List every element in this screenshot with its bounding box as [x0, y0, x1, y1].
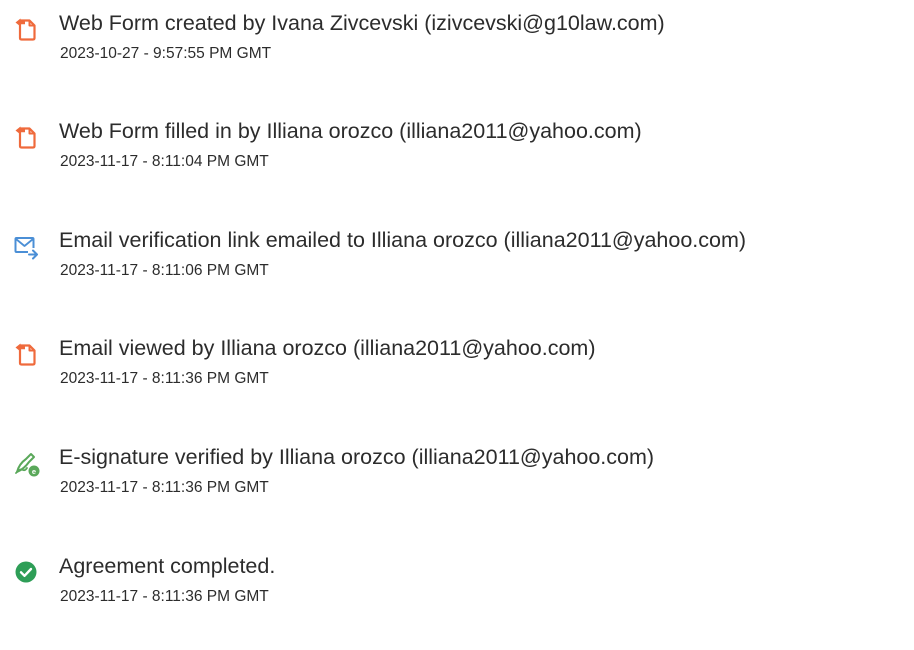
- history-event-web-form-filled: Web Form filled in by Illiana orozco (il…: [0, 118, 914, 198]
- history-event-agreement-completed: Agreement completed. 2023-11-17 - 8:11:3…: [0, 553, 914, 633]
- event-timestamp: 2023-11-17 - 8:11:36 PM GMT: [60, 588, 269, 605]
- history-event-verification-emailed: Email verification link emailed to Illia…: [0, 227, 914, 307]
- event-description: Web Form created by Ivana Zivcevski (izi…: [59, 11, 665, 35]
- audit-history-list: Web Form created by Ivana Zivcevski (izi…: [0, 0, 914, 650]
- event-timestamp: 2023-11-17 - 8:11:06 PM GMT: [60, 262, 269, 279]
- event-timestamp: 2023-11-17 - 8:11:36 PM GMT: [60, 370, 269, 387]
- signature-verified-icon: e: [14, 451, 40, 477]
- history-event-web-form-created: Web Form created by Ivana Zivcevski (izi…: [0, 10, 914, 90]
- history-event-email-viewed: Email viewed by Illiana orozco (illiana2…: [0, 335, 914, 415]
- document-icon: [14, 125, 40, 151]
- history-event-esignature-verified: e E-signature verified by Illiana orozco…: [0, 444, 914, 524]
- document-icon: [14, 342, 40, 368]
- event-timestamp: 2023-11-17 - 8:11:36 PM GMT: [60, 479, 269, 496]
- event-description: E-signature verified by Illiana orozco (…: [59, 445, 655, 469]
- document-icon: [14, 17, 40, 43]
- check-circle-icon: [14, 560, 40, 586]
- svg-text:e: e: [32, 467, 36, 476]
- event-timestamp: 2023-10-27 - 9:57:55 PM GMT: [60, 45, 272, 62]
- event-description: Web Form filled in by Illiana orozco (il…: [59, 119, 642, 143]
- event-timestamp: 2023-11-17 - 8:11:04 PM GMT: [60, 153, 269, 170]
- email-send-icon: [14, 234, 40, 260]
- event-description: Email viewed by Illiana orozco (illiana2…: [59, 336, 596, 360]
- event-description: Agreement completed.: [59, 554, 276, 578]
- event-description: Email verification link emailed to Illia…: [59, 228, 747, 252]
